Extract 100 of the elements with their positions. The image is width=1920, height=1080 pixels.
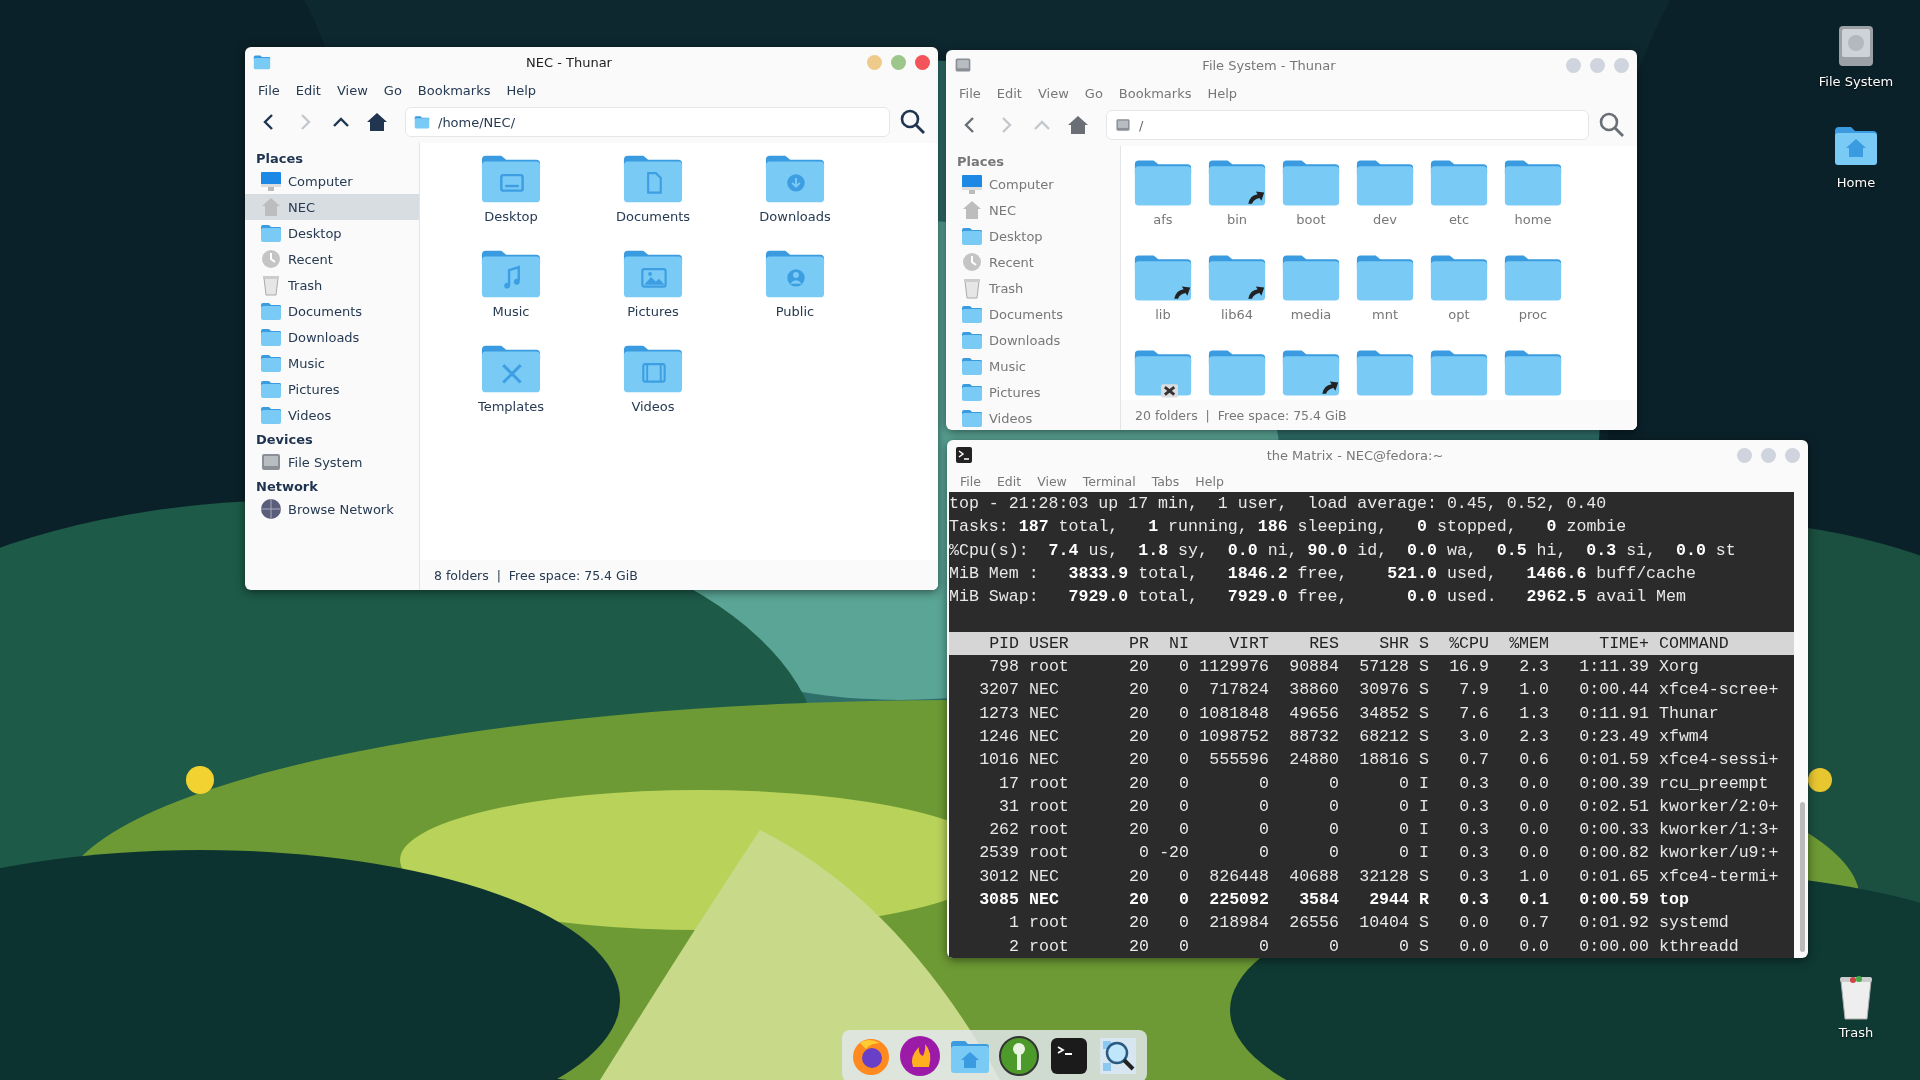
table-cell-text: 0 xyxy=(1138,842,1149,865)
table-cell-text: S xyxy=(1418,725,1429,748)
table-cell-text: 225092 xyxy=(1208,889,1269,912)
table-cell-text: 0.3 xyxy=(1458,772,1489,795)
key-icon[interactable] xyxy=(998,1035,1041,1077)
column-header: PID xyxy=(988,632,1019,655)
table-cell-text: xfce4-termi+ xyxy=(1658,865,1780,888)
table-cell-text: 0 xyxy=(1258,795,1269,818)
trash-icon xyxy=(961,277,983,299)
table-cell-text: kthreadd xyxy=(1658,935,1740,958)
table-cell-text: 1.3 xyxy=(1518,702,1549,725)
table-cell-text: 0:00.82 xyxy=(1578,842,1649,865)
table-cell-text: 3584 xyxy=(1298,889,1339,912)
menu-item[interactable]: File xyxy=(251,80,287,100)
table-cell-text: 0.3 xyxy=(1458,819,1489,842)
sidebar-item[interactable]: Computer xyxy=(288,173,353,189)
maximize-button[interactable] xyxy=(891,54,906,70)
column-header: TIME+ xyxy=(1598,632,1649,655)
sidebar-item[interactable]: Videos xyxy=(989,410,1033,426)
sidebar-item[interactable]: Music xyxy=(288,355,325,371)
sidebar-item[interactable]: File System xyxy=(288,454,363,470)
table-cell-text: 0.3 xyxy=(1458,889,1489,912)
close-button[interactable] xyxy=(915,54,930,70)
sidebar-item[interactable]: Documents xyxy=(288,303,363,319)
sidebar-item[interactable]: Pictures xyxy=(288,381,340,397)
table-cell-text: 0 xyxy=(1178,795,1189,818)
sidebar-item[interactable]: Pictures xyxy=(989,384,1041,400)
table-cell-text: 0.0 xyxy=(1518,795,1549,818)
folder-name[interactable]: Public xyxy=(775,304,815,319)
folder-name[interactable]: Videos xyxy=(631,399,675,414)
menu-item[interactable]: Bookmarks xyxy=(410,80,498,100)
location-field[interactable]: /home/NEC/ xyxy=(405,107,890,137)
table-cell-text: 0 xyxy=(1178,819,1189,842)
table-cell-text: xfce4-sessi+ xyxy=(1658,749,1780,772)
table-cell-text: 40688 xyxy=(1288,865,1339,888)
sidebar-item[interactable]: Downloads xyxy=(288,329,360,345)
folder-name[interactable]: Music xyxy=(492,304,530,319)
home-button[interactable] xyxy=(366,111,388,133)
table-cell-text: NEC xyxy=(1028,749,1060,772)
table-cell-text: 32128 xyxy=(1358,865,1409,888)
location-text: /home/NEC/ xyxy=(438,114,515,130)
sidebar-item[interactable]: Documents xyxy=(989,306,1064,322)
table-cell-text: 18816 xyxy=(1358,749,1409,772)
sidebar-item[interactable]: Downloads xyxy=(989,332,1061,348)
table-cell-text: 1273 xyxy=(978,702,1019,725)
table-cell-text: 0.0 xyxy=(1518,772,1549,795)
desktop-icon-label[interactable]: File System xyxy=(1818,74,1894,89)
table-cell-text: 0:01.65 xyxy=(1578,865,1649,888)
network-icon xyxy=(260,498,282,520)
sidebar-item[interactable]: NEC xyxy=(288,199,315,215)
sidebar-item[interactable]: NEC xyxy=(989,202,1016,218)
desktop-icon-label[interactable]: Home xyxy=(1836,175,1876,190)
sidebar-item[interactable]: Trash xyxy=(288,277,323,293)
status-text: 20 folders | Free space: 75.4 GiB xyxy=(1121,400,1637,430)
recent-icon xyxy=(961,251,983,273)
sidebar-item[interactable]: Desktop xyxy=(989,228,1043,244)
table-cell-text: 0 xyxy=(1178,912,1189,935)
terminal-line: MiB Swap: 7929.0 total, 7929.0 free, 0.0 used. 2962.5 avail Mem xyxy=(949,586,1687,609)
status-text: 8 folders | Free space: 75.4 GiB xyxy=(420,560,938,590)
folder-icon xyxy=(961,329,983,351)
sidebar-item[interactable]: Desktop xyxy=(288,225,342,241)
table-cell-text: 2 xyxy=(1008,935,1019,958)
table-cell-text: 7.6 xyxy=(1458,702,1489,725)
window-title: the Matrix - NEC@fedora:~ xyxy=(1265,447,1445,463)
table-cell-text: 555596 xyxy=(1208,749,1269,772)
folder-name[interactable]: Pictures xyxy=(627,304,679,319)
sidebar-item[interactable]: Browse Network xyxy=(288,501,394,517)
folder-name[interactable]: Documents xyxy=(615,209,691,224)
column-header: RES xyxy=(1308,632,1339,655)
drive-icon xyxy=(1115,117,1131,133)
table-cell-text: R xyxy=(1418,889,1429,912)
table-cell-text: 88732 xyxy=(1288,725,1339,748)
sidebar-item[interactable]: Recent xyxy=(989,254,1034,270)
menu-item[interactable]: Go xyxy=(376,80,409,100)
sidebar-item[interactable]: Music xyxy=(989,358,1026,374)
folder-name[interactable]: Desktop xyxy=(484,209,538,224)
computer-icon xyxy=(961,173,983,195)
recent-icon xyxy=(260,248,282,270)
table-cell-text: 0.0 xyxy=(1518,842,1549,865)
table-cell-text: 0 xyxy=(1398,819,1409,842)
table-cell-text: S xyxy=(1418,656,1429,679)
folder-icon xyxy=(260,300,282,322)
menu-item[interactable]: Edit xyxy=(288,80,328,100)
table-cell-text: 68212 xyxy=(1358,725,1409,748)
folder-name[interactable]: Templates xyxy=(477,399,545,414)
sidebar-item[interactable]: Trash xyxy=(989,280,1024,296)
table-cell-text: 0 xyxy=(1328,819,1339,842)
desktop-icon-label[interactable]: Trash xyxy=(1838,1025,1874,1040)
sidebar-item[interactable]: Computer xyxy=(989,176,1054,192)
menu-item[interactable]: View xyxy=(329,80,375,100)
table-cell-text: 0 xyxy=(1178,749,1189,772)
table-cell-text: 1129976 xyxy=(1198,656,1269,679)
sidebar-item-highlight[interactable]: NEC xyxy=(245,194,419,220)
sidebar-item[interactable]: Videos xyxy=(288,407,332,423)
flame-icon[interactable] xyxy=(899,1035,942,1077)
folder-name[interactable]: Downloads xyxy=(759,209,831,224)
sidebar-item[interactable]: Recent xyxy=(288,251,333,267)
folder-icon xyxy=(260,326,282,348)
menu-item[interactable]: Help xyxy=(499,80,544,100)
table-cell-text: 2944 xyxy=(1368,889,1409,912)
